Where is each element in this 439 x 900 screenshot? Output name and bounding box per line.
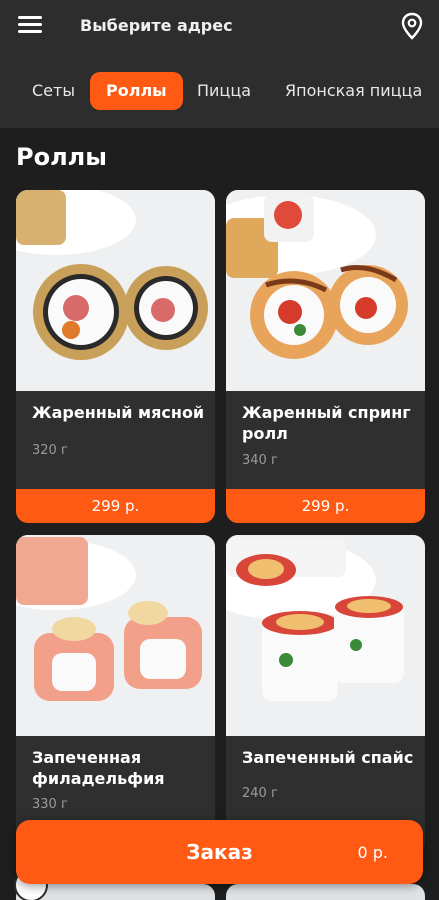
product-weight: 320 г	[32, 443, 68, 458]
tab-sets[interactable]: Сеты	[32, 72, 75, 110]
product-weight: 240 г	[242, 786, 278, 801]
hamburger-menu-icon[interactable]	[18, 16, 42, 36]
price-button[interactable]: 299 р.	[226, 489, 425, 523]
product-name: Запеченная филадельфия	[32, 748, 165, 788]
product-card[interactable]: Запеченная филадельфия 330 г	[16, 535, 215, 855]
product-card-peek	[226, 884, 425, 900]
tab-rolls[interactable]: Роллы	[90, 72, 183, 110]
price-button[interactable]: 299 р.	[16, 489, 215, 523]
product-name: Жаренный мясной	[32, 403, 205, 422]
product-weight: 340 г	[242, 453, 278, 468]
product-weight: 330 г	[32, 797, 68, 812]
product-photo	[16, 190, 215, 391]
category-tabs: Сеты Роллы Пицца Японская пицца	[0, 52, 439, 128]
tab-japanese-pizza[interactable]: Японская пицца	[285, 72, 422, 110]
product-name: Жаренный спринг ролл	[242, 403, 411, 443]
product-card[interactable]: Запеченный спайс 240 г	[226, 535, 425, 855]
map-pin-icon[interactable]	[401, 12, 423, 40]
tab-pizza[interactable]: Пицца	[197, 72, 251, 110]
section-title: Роллы	[16, 143, 107, 171]
address-selector[interactable]: Выберите адрес	[80, 16, 233, 35]
order-total: 0 р.	[357, 843, 388, 862]
top-bar: Выберите адрес	[0, 0, 439, 52]
product-photo	[16, 535, 215, 736]
product-photo	[226, 190, 425, 391]
product-photo	[226, 535, 425, 736]
product-name: Запеченный спайс	[242, 748, 414, 767]
product-card[interactable]: Жаренный спринг ролл 340 г 299 р.	[226, 190, 425, 523]
product-card[interactable]: Жаренный мясной 320 г 299 р.	[16, 190, 215, 523]
order-button[interactable]: Заказ 0 р.	[16, 820, 423, 884]
